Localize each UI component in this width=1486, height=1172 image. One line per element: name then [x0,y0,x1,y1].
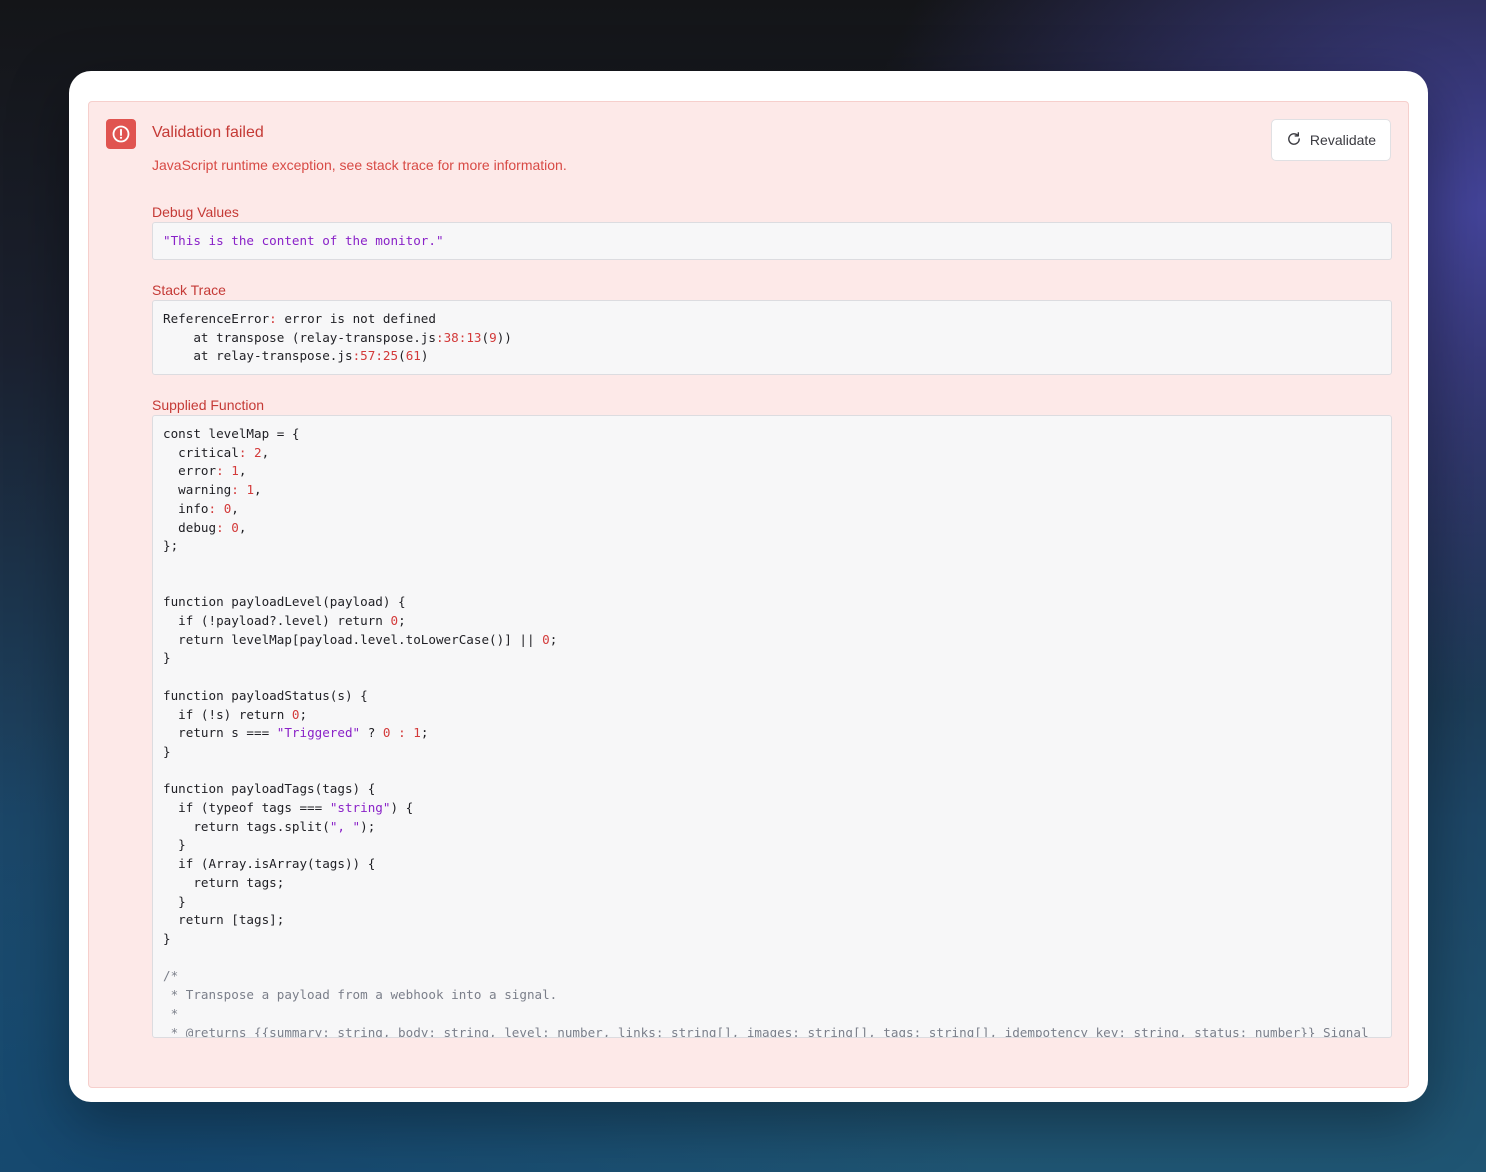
supplied-function-label: Supplied Function [152,397,265,413]
debug-value: "This is the content of the monitor." [163,233,444,248]
revalidate-label: Revalidate [1309,132,1377,148]
code-line: if (!s) return 0; [163,706,308,722]
stack-trace-line: at relay-transpose.js:57:25(61) [163,348,429,364]
code-line: * @returns {{summary: string, body: stri… [163,1024,1369,1038]
stack-trace-line: ReferenceError: error is not defined [163,311,436,326]
debug-values-box: "This is the content of the monitor." [152,222,1392,260]
debug-values-label: Debug Values [152,204,239,220]
code-line: } [163,743,171,759]
validation-alert: Validation failed JavaScript runtime exc… [88,101,1409,1088]
code-line: } [163,893,186,909]
stack-trace-code: ReferenceError: error is not defined at … [153,301,1391,374]
code-line: function payloadLevel(payload) { [163,594,406,610]
code-line: const levelMap = { [163,426,300,441]
code-line: if (Array.isArray(tags)) { [163,856,376,872]
code-line: ​ [163,668,1381,687]
code-line: return tags.split(", "); [163,818,376,834]
alert-subtitle: JavaScript runtime exception, see stack … [152,157,567,173]
code-line: ​ [163,949,1381,968]
code-line: * [163,1005,179,1021]
code-line: if (typeof tags === "string") { [163,800,414,816]
stack-trace-line: at transpose (relay-transpose.js:38:13(9… [163,329,512,345]
code-line: return tags; [163,874,285,890]
code-line: debug: 0, [163,519,247,535]
revalidate-button[interactable]: Revalidate [1271,119,1391,161]
code-line: * Transpose a payload from a webhook int… [163,987,558,1003]
code-line: if (!payload?.level) return 0; [163,613,406,629]
stack-trace-box: ReferenceError: error is not defined at … [152,300,1392,375]
code-line: ​ [163,762,1381,781]
code-line: } [163,650,171,666]
code-line: function payloadStatus(s) { [163,687,368,703]
code-line: warning: 1, [163,482,262,498]
code-line: } [163,837,186,853]
code-line: ​ [163,575,1381,594]
code-line: return [tags]; [163,912,285,928]
refresh-icon [1286,131,1302,150]
code-line: info: 0, [163,500,239,516]
alert-title: Validation failed [152,124,264,141]
code-line: ​ [163,556,1381,575]
code-line: }; [163,538,179,554]
code-line: /* [163,968,179,984]
code-line: return s === "Triggered" ? 0 : 1; [163,725,429,741]
supplied-function-code: const levelMap = { critical: 2, error: 1… [153,416,1391,1038]
code-line: } [163,930,171,946]
code-line: error: 1, [163,463,247,479]
code-line: return levelMap[payload.level.toLowerCas… [163,631,558,647]
modal-window: Validation failed JavaScript runtime exc… [69,71,1428,1102]
supplied-function-box[interactable]: const levelMap = { critical: 2, error: 1… [152,415,1392,1038]
stack-trace-label: Stack Trace [152,282,226,298]
alert-circle-icon [106,119,136,149]
code-line: critical: 2, [163,444,270,460]
code-line: function payloadTags(tags) { [163,781,376,797]
